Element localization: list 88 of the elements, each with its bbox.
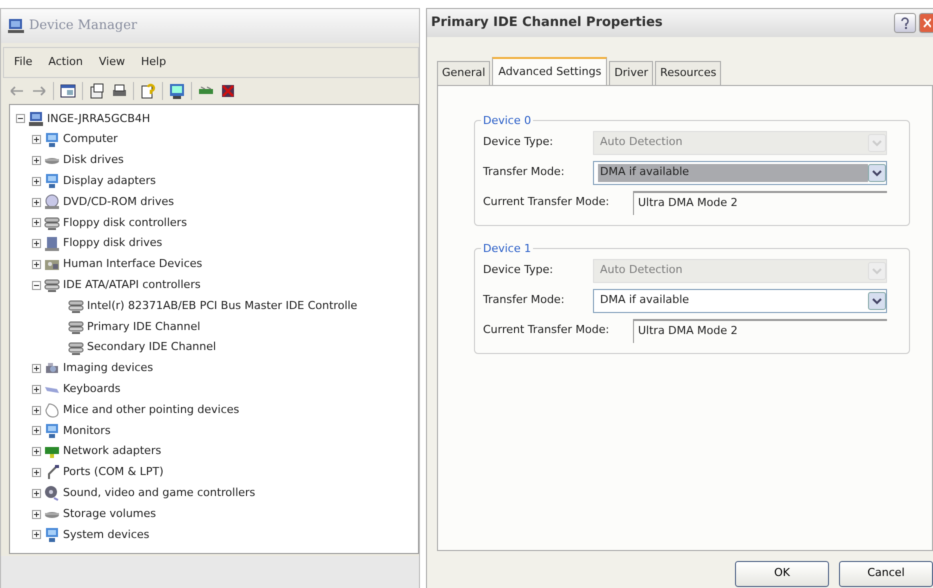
monitor-icon [44, 173, 60, 190]
expand-icon[interactable] [32, 364, 41, 373]
mouse-icon [44, 402, 60, 418]
tab[interactable]: Advanced Settings [492, 57, 608, 84]
tree-item[interactable]: Imaging devices [63, 360, 154, 377]
tree-item[interactable]: System devices [63, 526, 150, 544]
tree-item[interactable]: DVD/CD-ROM drives [63, 194, 174, 210]
floppy-drive-icon [44, 236, 60, 252]
dropdown[interactable]: DMA if available [593, 288, 887, 312]
remove-device-icon[interactable] [220, 82, 236, 98]
tree-item[interactable]: Mice and other pointing devices [63, 402, 240, 418]
close-icon [922, 18, 930, 28]
tree-item[interactable]: Network adapters [63, 443, 162, 460]
expand-icon[interactable] [32, 447, 41, 456]
collapse-icon[interactable] [32, 280, 41, 290]
field-label: Device Type: [483, 134, 554, 150]
caret-icon [868, 134, 886, 152]
question-icon [900, 17, 910, 29]
read-only-field: Ultra DMA Mode 2 [633, 318, 887, 342]
help-icon[interactable] [140, 82, 156, 98]
printer-icon[interactable] [111, 82, 127, 98]
tree-item[interactable]: Secondary IDE Channel [87, 339, 216, 356]
expand-icon[interactable] [32, 384, 41, 394]
tree-item[interactable]: Human Interface Devices [63, 256, 202, 273]
field-label: Current Transfer Mode: [483, 322, 610, 338]
controller-icon [68, 298, 84, 314]
field-label: Device Type: [483, 262, 554, 278]
expand-icon[interactable] [32, 530, 41, 540]
tab[interactable]: Driver [609, 61, 654, 84]
controller-icon [44, 277, 60, 294]
tab[interactable]: Resources [655, 61, 722, 84]
window-title: Device Manager [29, 17, 138, 36]
tree-item[interactable]: Floppy disk controllers [63, 214, 187, 232]
dialog-button[interactable]: OK [735, 560, 829, 586]
menu-item[interactable]: File [14, 54, 32, 70]
tree-item[interactable]: Display adapters [63, 173, 156, 190]
computer-icon [7, 18, 25, 34]
close-button[interactable] [919, 13, 933, 33]
tree-item[interactable]: IDE ATA/ATAPI controllers [63, 277, 201, 294]
computer-icon [28, 110, 44, 127]
menu-item[interactable]: Action [48, 54, 83, 70]
field-label: Transfer Mode: [483, 164, 566, 180]
dialog-title: Primary IDE Channel Properties [431, 14, 664, 32]
caret-icon [868, 262, 886, 280]
controller-icon [68, 318, 84, 335]
tree-item[interactable]: Monitors [63, 422, 111, 440]
monitor-icon [44, 422, 60, 439]
expand-icon[interactable] [32, 468, 41, 477]
read-only-field: Ultra DMA Mode 2 [633, 190, 887, 214]
expand-icon[interactable] [32, 406, 41, 415]
menu-item[interactable]: Help [140, 54, 166, 70]
tab[interactable]: General [437, 61, 490, 84]
properties-icon[interactable] [89, 82, 105, 98]
expand-icon[interactable] [32, 488, 41, 498]
tree-item[interactable]: Floppy disk drives [63, 235, 162, 252]
controller-icon [44, 214, 60, 231]
window-icon[interactable] [60, 82, 76, 98]
expand-icon[interactable] [32, 510, 41, 519]
tree-item[interactable]: Computer [63, 131, 118, 148]
expand-icon[interactable] [32, 260, 41, 269]
cd-drive-icon [44, 194, 60, 210]
help-button[interactable] [894, 13, 916, 33]
collapse-icon[interactable] [16, 114, 25, 124]
tree-item[interactable]: Keyboards [63, 381, 120, 398]
expand-icon[interactable] [32, 218, 41, 228]
tree-item[interactable]: Disk drives [63, 152, 124, 169]
expand-icon[interactable] [32, 156, 41, 165]
expand-icon[interactable] [32, 426, 41, 436]
expand-icon[interactable] [32, 198, 41, 207]
tree-item[interactable]: Storage volumes [63, 506, 156, 522]
monitor-icon [44, 132, 60, 148]
expand-icon[interactable] [32, 135, 41, 144]
tree-item[interactable]: Intel(r) 82371AB/EB PCI Bus Master IDE Controlle [87, 298, 358, 314]
expand-icon[interactable] [32, 176, 41, 186]
controller-icon [68, 340, 84, 356]
menu-item[interactable]: View [98, 54, 125, 70]
dialog-button[interactable]: Cancel [839, 560, 933, 586]
field-label: Transfer Mode: [483, 292, 566, 308]
caret-icon [868, 164, 886, 182]
field-label: Current Transfer Mode: [483, 194, 610, 210]
dropdown[interactable]: DMA if available [593, 160, 887, 184]
tree-item[interactable]: Sound, video and game controllers [63, 484, 256, 502]
tree-item[interactable]: Primary IDE Channel [87, 318, 200, 336]
caret-icon [868, 292, 886, 310]
tree-item[interactable]: INGE-JRRA5GCB4H [47, 110, 150, 128]
tree-item[interactable]: Ports (COM & LPT) [63, 464, 164, 481]
expand-icon[interactable] [32, 239, 41, 248]
monitor-icon [44, 526, 60, 543]
